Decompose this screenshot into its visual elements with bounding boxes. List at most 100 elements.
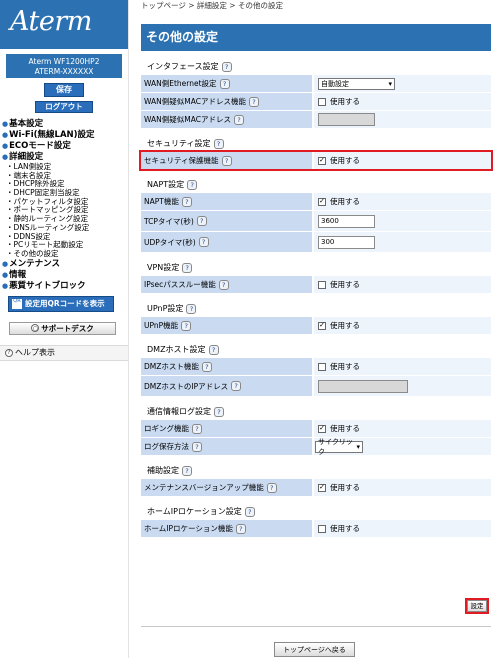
dmz-checkbox[interactable]	[318, 362, 326, 371]
help-icon[interactable]: ?	[221, 155, 232, 166]
setting-row: TCPタイマ(秒)? 3600	[141, 211, 491, 231]
section-heading: DMZホスト設定?	[141, 343, 491, 357]
maintenance-update-checkbox[interactable]: ✓	[318, 483, 326, 492]
wan-mac-checkbox[interactable]	[318, 97, 326, 106]
section-heading-text: 通信情報ログ設定	[147, 407, 211, 416]
nav-sub-label: 静的ルーティング設定	[13, 214, 89, 224]
help-icon[interactable]: ?	[192, 441, 202, 452]
nav-sub-label: その他の設定	[13, 248, 59, 258]
nav-item-basic[interactable]: ●基本設定	[0, 119, 128, 130]
help-icon[interactable]: ?	[266, 482, 277, 493]
help-icon[interactable]: ?	[231, 381, 242, 391]
help-icon[interactable]: ?	[248, 96, 259, 107]
help-icon[interactable]: ?	[213, 139, 224, 149]
section-heading-text: DMZホスト設定	[147, 345, 206, 354]
qr-code-label: 設定用QRコードを表示	[25, 299, 105, 309]
help-icon[interactable]: ?	[233, 114, 244, 125]
help-icon[interactable]: ?	[187, 180, 198, 190]
nav-item-malicious-block[interactable]: ●悪質サイトブロック	[0, 281, 128, 292]
help-icon[interactable]: ?	[219, 78, 230, 89]
setting-value: 使用する	[314, 358, 491, 375]
help-icon[interactable]: ?	[181, 196, 192, 207]
label-text: ホームIPロケーション機能	[144, 524, 233, 533]
checkbox-label: 使用する	[330, 362, 360, 371]
select-value: 自動設定	[321, 79, 349, 88]
arrow-icon: ●	[2, 281, 9, 290]
udp-timer-input[interactable]: 300	[318, 235, 375, 249]
log-save-method-select[interactable]: サイクリック ▾	[315, 438, 363, 456]
logging-checkbox[interactable]: ✓	[318, 424, 326, 433]
breadcrumb: トップページ > 詳細設定 > その他の設定	[141, 1, 283, 10]
nav-label: Wi-Fi(無線LAN)設定	[9, 130, 95, 140]
help-icon[interactable]: ?	[221, 62, 232, 72]
dmz-ip-input[interactable]	[318, 379, 408, 393]
support-desk-button[interactable]: ○ サポートデスク	[9, 321, 116, 335]
help-icon[interactable]: ?	[208, 345, 219, 355]
help-icon[interactable]: ?	[192, 423, 202, 434]
setting-value: サイクリック ▾	[314, 438, 491, 456]
wan-mac-input[interactable]	[318, 113, 375, 126]
help-icon: ?	[5, 348, 13, 357]
nav-item-eco[interactable]: ●ECOモード設定	[0, 141, 128, 152]
help-icon[interactable]: ?	[235, 523, 246, 534]
upnp-checkbox[interactable]: ✓	[318, 321, 326, 330]
label-text: DMZホストのIPアドレス	[144, 381, 229, 391]
divider	[141, 626, 491, 627]
section-heading: 補助設定?	[141, 464, 491, 478]
nav-item-info[interactable]: ●情報	[0, 270, 128, 281]
home-ip-checkbox[interactable]	[318, 524, 326, 533]
napt-checkbox[interactable]: ✓	[318, 197, 326, 206]
brand-logo: Aterm	[0, 0, 128, 49]
tcp-timer-input[interactable]: 3600	[318, 214, 375, 228]
section-heading: セキュリティ設定?	[141, 137, 491, 151]
help-icon[interactable]: ?	[182, 263, 193, 273]
security-protect-checkbox[interactable]: ✓	[318, 156, 326, 165]
nav-item-maintenance[interactable]: ●メンテナンス	[0, 259, 128, 270]
chevron-down-icon: ▾	[356, 442, 360, 451]
label-text: DMZホスト機能	[144, 362, 199, 371]
arrow-icon: ●	[2, 270, 9, 279]
help-icon[interactable]: ?	[201, 361, 212, 372]
wan-ethernet-select[interactable]: 自動設定 ▾	[318, 77, 395, 90]
select-value: サイクリック	[318, 437, 353, 456]
help-icon[interactable]: ?	[214, 407, 224, 417]
ipsec-checkbox[interactable]	[318, 280, 326, 289]
help-icon[interactable]: ?	[181, 320, 192, 331]
page-title: その他の設定	[141, 24, 491, 51]
setting-label: ログ保存方法?	[141, 438, 312, 455]
nav-sub-label: LAN側設定	[13, 162, 52, 171]
apply-button[interactable]: 設定	[467, 600, 487, 612]
setting-row: DMZホスト機能? 使用する	[141, 358, 491, 375]
back-to-top-button[interactable]: トップページへ戻る	[274, 642, 355, 657]
setting-label: IPsecパススルー機能?	[141, 276, 312, 293]
save-button[interactable]: 保存	[44, 83, 84, 97]
section-interface: インタフェース設定? WAN側Ethernet設定? 自動設定 ▾ WAN側疑似M…	[141, 60, 491, 128]
section-heading-text: 補助設定	[147, 466, 179, 475]
setting-value: ✓ 使用する	[314, 420, 491, 437]
logout-button[interactable]: ログアウト	[35, 101, 93, 113]
section-heading-text: NAPT設定	[147, 180, 185, 189]
nav-sub-other[interactable]: ・その他の設定	[0, 248, 128, 259]
help-icon[interactable]: ?	[182, 466, 192, 476]
setting-value: ✓ 使用する	[314, 152, 491, 169]
help-icon[interactable]: ?	[186, 304, 197, 314]
section-heading: NAPT設定?	[141, 178, 491, 192]
chevron-down-icon: ▾	[388, 79, 392, 88]
setting-value: ✓ 使用する	[314, 193, 491, 210]
help-icon[interactable]: ?	[198, 237, 209, 247]
setting-row: ロギング機能? ✓ 使用する	[141, 420, 491, 437]
qr-code-icon: QR	[12, 298, 22, 309]
setting-label: UPnP機能?	[141, 317, 312, 334]
help-icon[interactable]: ?	[196, 216, 207, 226]
setting-row-highlighted: セキュリティ保護機能? ✓ 使用する	[139, 150, 493, 171]
nav-item-wifi[interactable]: ●Wi-Fi(無線LAN)設定	[0, 130, 128, 141]
setting-value: 3600	[314, 211, 491, 231]
help-icon[interactable]: ?	[218, 279, 229, 290]
help-icon[interactable]: ?	[244, 507, 255, 517]
label-text: UPnP機能	[144, 321, 179, 330]
section-heading-text: VPN設定	[147, 263, 180, 272]
label-text: TCPタイマ(秒)	[144, 216, 194, 226]
setting-row: IPsecパススルー機能? 使用する	[141, 276, 491, 293]
help-link[interactable]: ? ヘルプ表示	[0, 344, 128, 361]
qr-code-button[interactable]: QR 設定用QRコードを表示	[8, 295, 114, 312]
